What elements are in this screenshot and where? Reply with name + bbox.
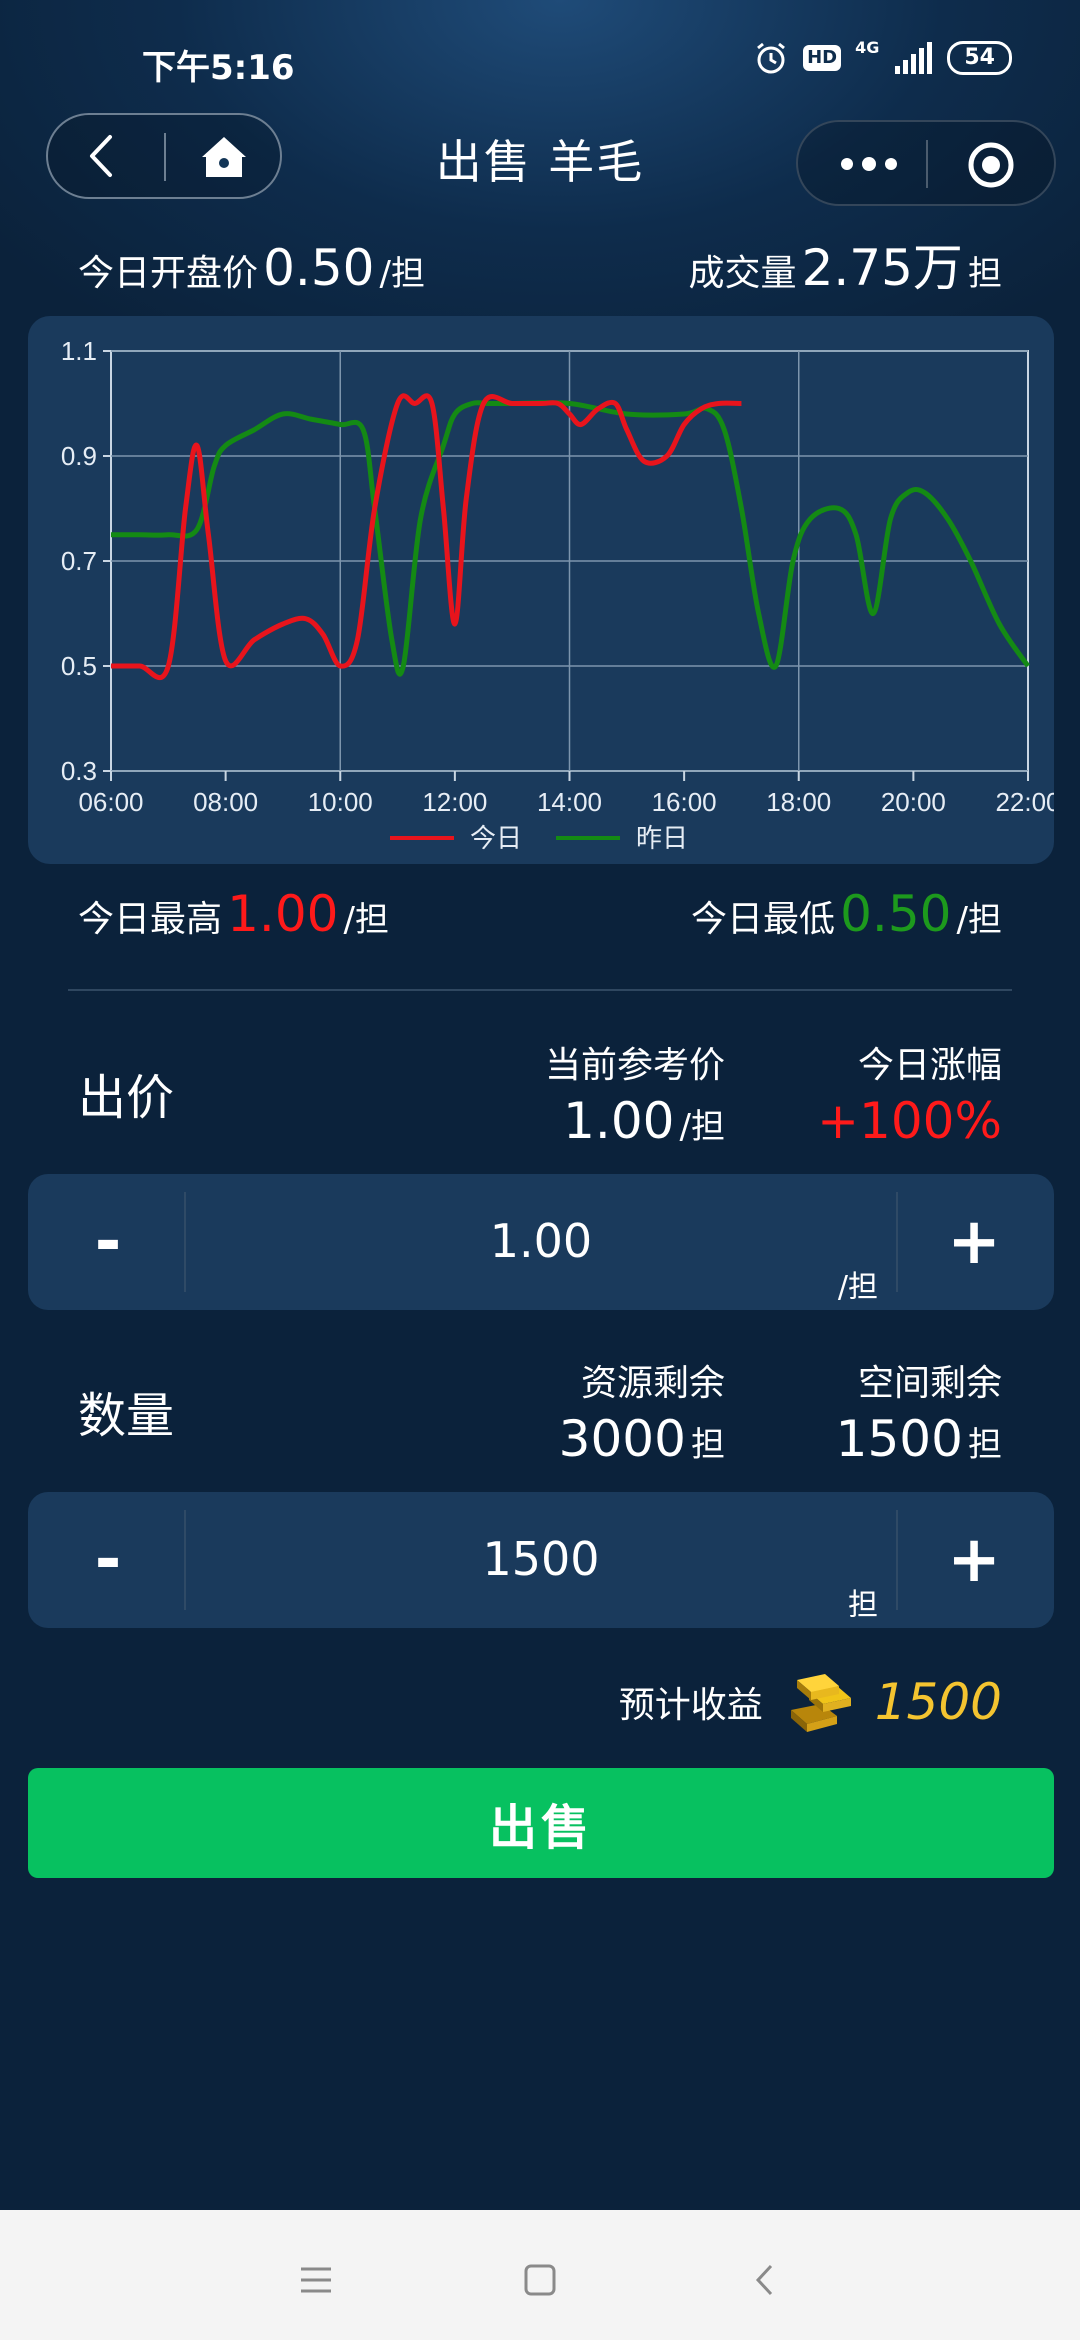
more-button[interactable] bbox=[834, 144, 904, 184]
low-label: 今日最低 bbox=[691, 899, 836, 940]
y-tick-label: 0.3 bbox=[61, 756, 97, 786]
system-nav-bar bbox=[0, 2210, 1080, 2340]
quantity-stepper: - 1500 担 + bbox=[28, 1492, 1054, 1628]
sell-button[interactable]: 出售 bbox=[28, 1768, 1054, 1878]
square-icon bbox=[524, 2264, 556, 2296]
space-left: 1500 担 bbox=[836, 1410, 1002, 1468]
price-minus-button[interactable]: - bbox=[28, 1174, 188, 1310]
today-low: 今日最低 0.50 /担 bbox=[691, 885, 1002, 943]
volume-unit: 担 bbox=[968, 254, 1002, 294]
stepper-divider bbox=[184, 1510, 186, 1610]
price-plus-button[interactable]: + bbox=[894, 1174, 1054, 1310]
x-tick-label: 22:00 bbox=[995, 787, 1054, 817]
stepper-divider bbox=[184, 1192, 186, 1292]
home-system-button[interactable] bbox=[510, 2250, 570, 2310]
signal-icon bbox=[895, 42, 933, 74]
open-price-unit: /担 bbox=[379, 254, 425, 294]
resource-left: 3000 担 bbox=[559, 1410, 725, 1468]
x-tick-label: 20:00 bbox=[881, 787, 946, 817]
earnings-value: 1500 bbox=[874, 1673, 1002, 1731]
open-price-label: 今日开盘价 bbox=[78, 253, 259, 294]
high-value: 1.00 bbox=[227, 885, 339, 943]
ref-price-value: 1.00 bbox=[563, 1092, 675, 1150]
low-value: 0.50 bbox=[840, 885, 952, 943]
summary-row: 今日开盘价 0.50 /担 成交量 2.75万 担 bbox=[78, 228, 1002, 298]
high-unit: /担 bbox=[343, 900, 389, 940]
x-tick-label: 16:00 bbox=[652, 787, 717, 817]
price-stepper: - 1.00 /担 + bbox=[28, 1174, 1054, 1310]
status-time: 下午5:16 bbox=[142, 48, 295, 88]
series-line-today bbox=[111, 393, 742, 681]
price-input[interactable]: 1.00 bbox=[188, 1214, 894, 1268]
bid-title: 出价 bbox=[78, 1070, 175, 1126]
nav-divider-right bbox=[926, 140, 928, 188]
quantity-input[interactable]: 1500 bbox=[188, 1532, 894, 1586]
quantity-plus-button[interactable]: + bbox=[894, 1492, 1054, 1628]
ref-price-unit: /担 bbox=[679, 1107, 725, 1147]
price-chart-svg: 1.1 0.9 0.7 0.5 0.306:00 08:00 10:00 12:00 14:00… bbox=[61, 336, 1054, 854]
ref-price: 1.00 /担 bbox=[563, 1092, 725, 1150]
resource-left-label: 资源剩余 bbox=[580, 1363, 725, 1404]
earnings-label: 预计收益 bbox=[618, 1685, 763, 1726]
status-bar: 下午5:16 HD 4G 54 bbox=[0, 0, 1080, 110]
price-unit: /担 bbox=[837, 1270, 878, 1305]
resource-left-value: 3000 bbox=[558, 1410, 686, 1468]
target-icon bbox=[968, 142, 1014, 188]
x-tick-label: 14:00 bbox=[537, 787, 602, 817]
high-label: 今日最高 bbox=[78, 899, 223, 940]
resource-left-unit: 担 bbox=[691, 1425, 725, 1465]
y-tick-label: 1.1 bbox=[61, 336, 97, 366]
close-miniprogram-button[interactable] bbox=[966, 140, 1016, 190]
low-unit: /担 bbox=[956, 900, 1002, 940]
y-tick-label: 0.9 bbox=[61, 441, 97, 471]
x-tick-label: 06:00 bbox=[78, 787, 143, 817]
volume: 成交量 2.75万 担 bbox=[688, 228, 1002, 300]
qty-title: 数量 bbox=[78, 1388, 175, 1444]
space-left-unit: 担 bbox=[968, 1425, 1002, 1465]
today-high: 今日最高 1.00 /担 bbox=[78, 885, 389, 943]
menu-button[interactable] bbox=[286, 2250, 346, 2310]
x-tick-label: 12:00 bbox=[422, 787, 487, 817]
back-system-button[interactable] bbox=[734, 2250, 794, 2310]
hd-icon: HD bbox=[803, 45, 842, 71]
high-low-row: 今日最高 1.00 /担 今日最低 0.50 /担 bbox=[78, 885, 1002, 943]
alarm-icon bbox=[757, 42, 786, 74]
network-type: 4G bbox=[855, 38, 880, 57]
section-divider bbox=[68, 989, 1012, 991]
expected-earnings: 预计收益 1500 bbox=[619, 1670, 1002, 1734]
change-label: 今日涨幅 bbox=[857, 1045, 1002, 1086]
y-tick-label: 0.5 bbox=[61, 651, 97, 681]
chevron-left-icon bbox=[755, 2264, 773, 2296]
volume-value: 2.75万 bbox=[801, 239, 963, 297]
nav-right-capsule bbox=[796, 120, 1056, 206]
price-chart: 1.1 0.9 0.7 0.5 0.3 06:00 08:00 10:00 12:00 14:00… bbox=[28, 316, 1054, 864]
quantity-unit: 担 bbox=[848, 1588, 878, 1623]
volume-label: 成交量 bbox=[688, 253, 797, 294]
quantity-minus-button[interactable]: - bbox=[28, 1492, 188, 1628]
x-tick-label: 18:00 bbox=[766, 787, 831, 817]
space-left-label: 空间剩余 bbox=[857, 1363, 1002, 1404]
status-icons: HD 4G 54 bbox=[753, 40, 1012, 76]
menu-icon bbox=[301, 2267, 331, 2293]
x-tick-label: 10:00 bbox=[308, 787, 373, 817]
open-price-value: 0.50 bbox=[263, 239, 375, 297]
ref-price-label: 当前参考价 bbox=[544, 1045, 725, 1086]
x-tick-label: 08:00 bbox=[193, 787, 258, 817]
gold-bar-icon bbox=[790, 1674, 851, 1732]
y-tick-label: 0.7 bbox=[61, 546, 97, 576]
open-price: 今日开盘价 0.50 /担 bbox=[78, 239, 425, 297]
battery-indicator: 54 bbox=[947, 41, 1012, 75]
legend-label: 昨日 bbox=[636, 824, 688, 854]
change-value: +100% bbox=[817, 1092, 1002, 1150]
more-dots-icon bbox=[841, 157, 897, 171]
space-left-value: 1500 bbox=[835, 1410, 963, 1468]
legend-label: 今日 bbox=[470, 824, 522, 854]
